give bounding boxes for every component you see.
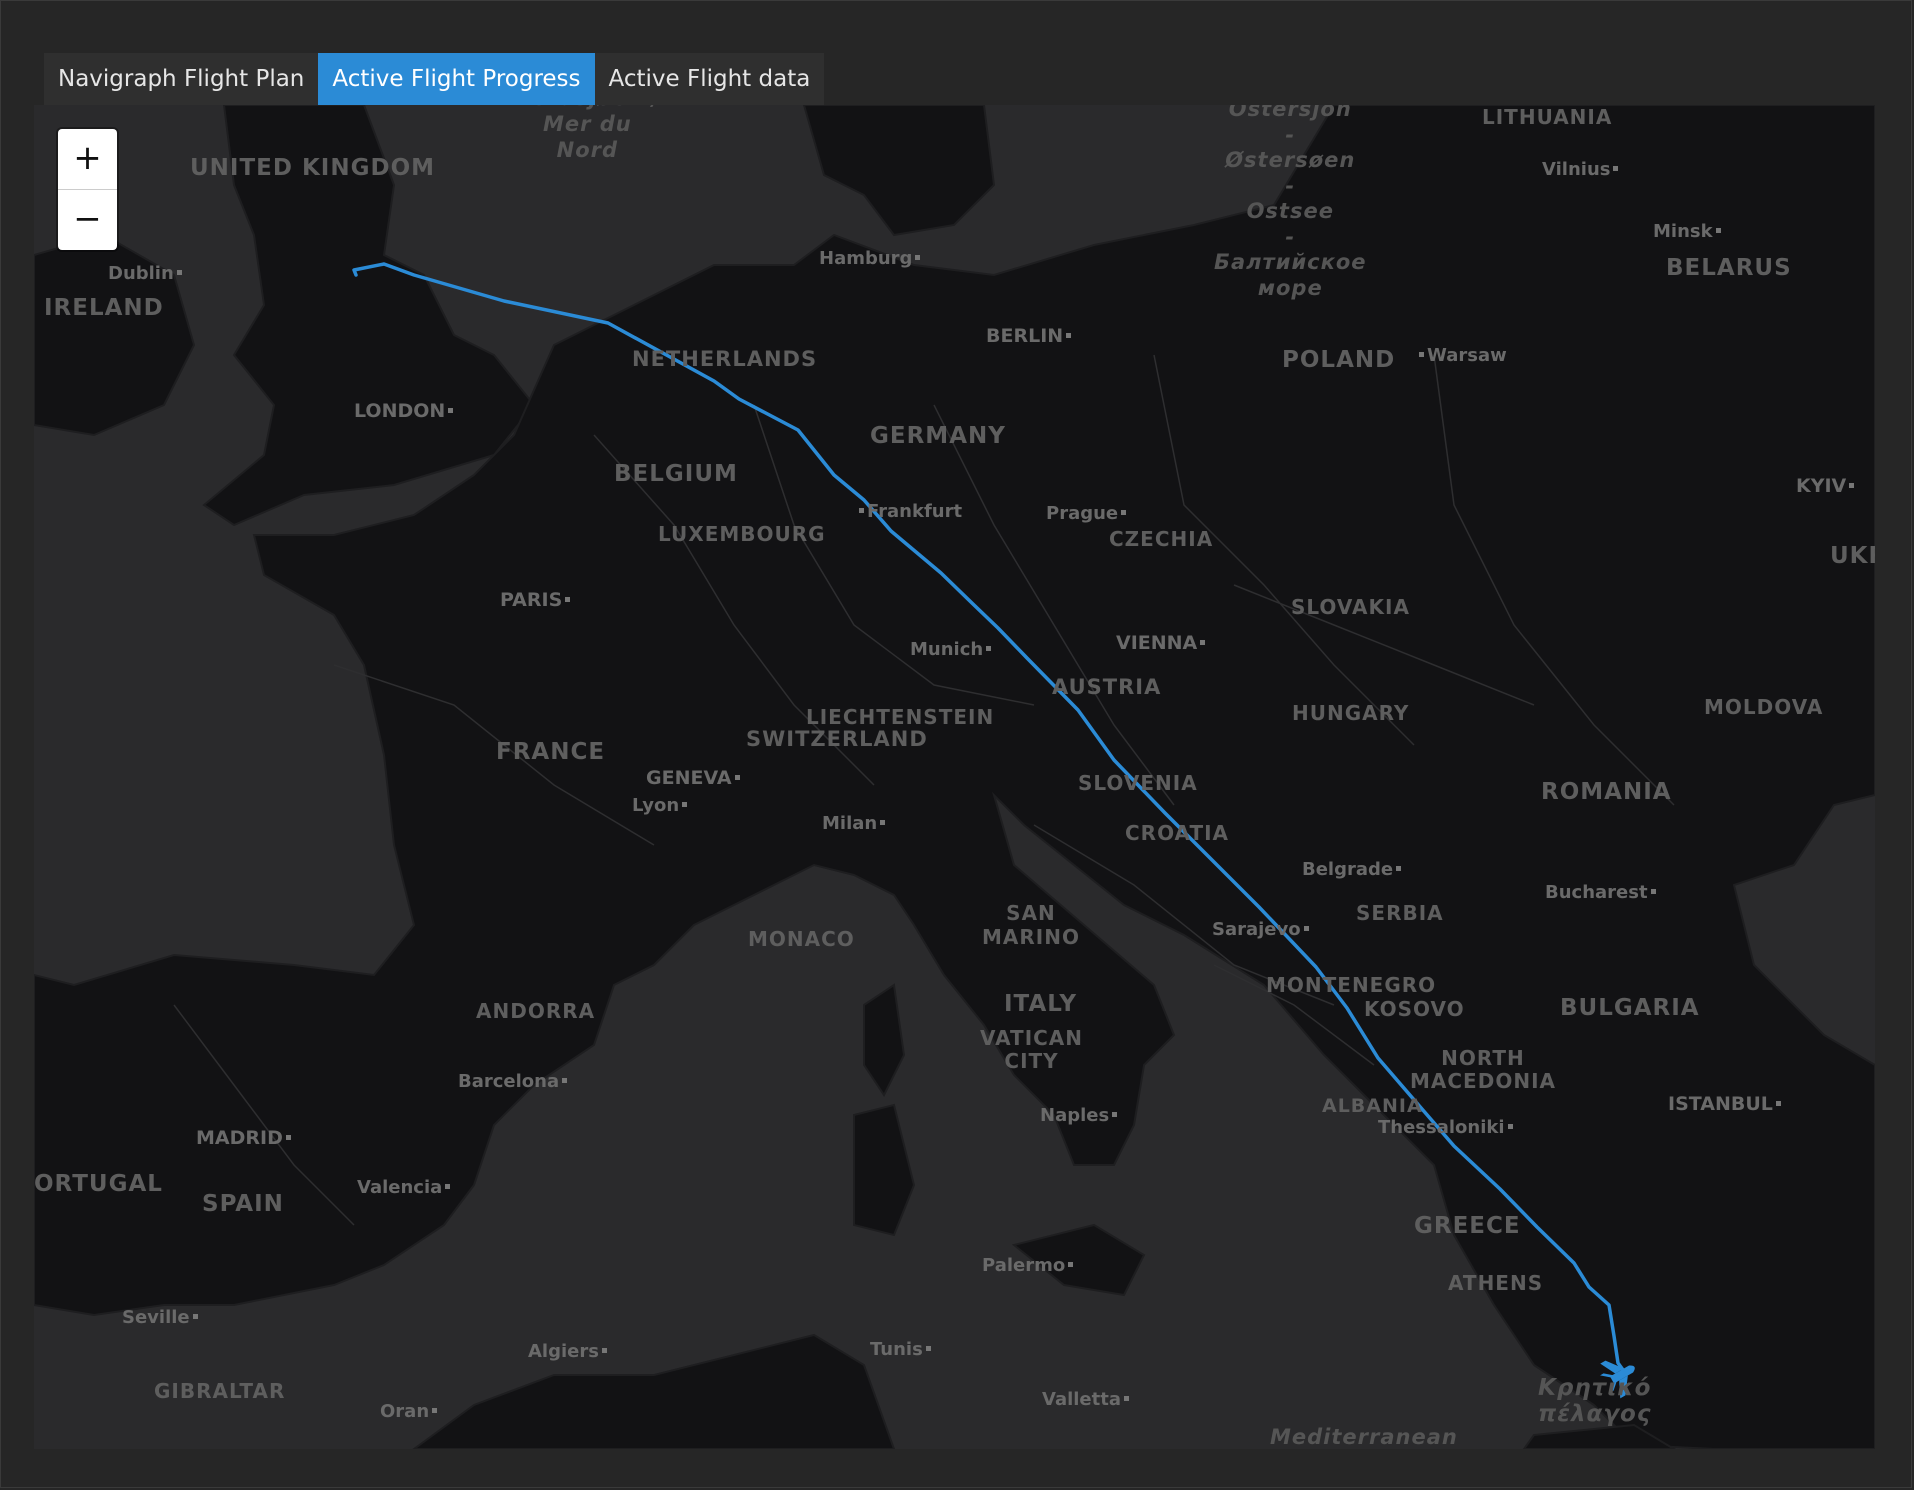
- label-oran: Oran: [380, 1401, 440, 1422]
- label-north-sea: Nordsjøen / Mer du Nord: [514, 105, 660, 162]
- label-vienna: VIENNA: [1116, 632, 1208, 654]
- label-munich: Munich: [910, 639, 994, 660]
- label-albania: ALBANIA: [1322, 1095, 1423, 1117]
- label-milan: Milan: [822, 813, 888, 834]
- label-prague: Prague: [1046, 503, 1129, 524]
- label-london: LONDON: [354, 400, 456, 422]
- label-gibraltar: GIBRALTAR: [154, 1379, 286, 1403]
- label-ukraine: UKR: [1830, 543, 1875, 569]
- map-view[interactable]: UNITED KINGDOM IRELAND Dublin LONDON Nor…: [34, 105, 1875, 1449]
- label-serbia: SERBIA: [1356, 901, 1444, 925]
- label-germany: GERMANY: [870, 423, 1006, 449]
- label-minsk: Minsk: [1653, 221, 1724, 242]
- label-switzerland: SWITZERLAND: [746, 727, 928, 751]
- label-netherlands: NETHERLANDS: [632, 347, 818, 371]
- label-kosovo: KOSOVO: [1364, 997, 1465, 1021]
- label-algiers: Algiers: [528, 1341, 610, 1362]
- label-poland: POLAND: [1282, 347, 1396, 373]
- label-bucharest: Bucharest: [1545, 882, 1659, 903]
- label-moldova: MOLDOVA: [1704, 695, 1824, 719]
- label-san-marino: SAN MARINO: [982, 901, 1080, 949]
- label-montenegro: MONTENEGRO: [1266, 973, 1437, 997]
- label-croatia: CROATIA: [1125, 821, 1230, 845]
- label-slovenia: SLOVENIA: [1078, 771, 1198, 795]
- label-slovakia: SLOVAKIA: [1291, 595, 1410, 619]
- label-czechia: CZECHIA: [1109, 527, 1214, 551]
- tab-navigraph-flight-plan[interactable]: Navigraph Flight Plan: [44, 53, 319, 105]
- label-belarus: BELARUS: [1666, 255, 1792, 281]
- label-hungary: HUNGARY: [1292, 701, 1410, 725]
- label-vatican-city: VATICAN CITY: [980, 1026, 1084, 1073]
- zoom-control: + −: [58, 129, 117, 250]
- label-berlin: BERLIN: [986, 325, 1074, 347]
- label-north-macedonia: NORTH MACEDONIA: [1410, 1046, 1556, 1093]
- label-naples: Naples: [1040, 1105, 1120, 1126]
- label-spain: SPAIN: [202, 1191, 284, 1217]
- label-barcelona: Barcelona: [458, 1071, 570, 1092]
- label-palermo: Palermo: [982, 1255, 1076, 1276]
- zoom-out-button[interactable]: −: [58, 189, 117, 250]
- label-paris: PARIS: [500, 589, 573, 611]
- label-madrid: MADRID: [196, 1127, 294, 1149]
- tab-bar: Navigraph Flight Plan Active Flight Prog…: [44, 53, 825, 105]
- label-warsaw: Warsaw: [1416, 345, 1507, 366]
- label-france: FRANCE: [496, 739, 606, 765]
- label-luxembourg: LUXEMBOURG: [658, 522, 826, 546]
- label-athens: ATHENS: [1448, 1271, 1544, 1295]
- label-monaco: MONACO: [748, 927, 855, 951]
- zoom-in-button[interactable]: +: [58, 129, 117, 189]
- label-sarajevo: Sarajevo: [1212, 919, 1312, 940]
- label-thessaloniki: Thessaloniki: [1378, 1117, 1516, 1138]
- label-cretan-sea: Κρητικό πέλαγος: [1538, 1375, 1652, 1427]
- label-geneva: GENEVA: [646, 767, 743, 789]
- tab-active-flight-progress[interactable]: Active Flight Progress: [318, 53, 595, 105]
- label-seville: Seville: [122, 1307, 201, 1328]
- label-mediterranean: Mediterranean: [1270, 1425, 1458, 1449]
- label-baltic-sea: Ostersjön - Østersøen - Ostsee - Балтийс…: [1214, 105, 1367, 300]
- label-hamburg: Hamburg: [819, 248, 923, 269]
- label-belgrade: Belgrade: [1302, 859, 1404, 880]
- label-united-kingdom: UNITED KINGDOM: [190, 155, 436, 181]
- label-frankfurt: Frankfurt: [856, 501, 962, 522]
- label-portugal: ORTUGAL: [34, 1171, 163, 1197]
- label-romania: ROMANIA: [1541, 779, 1672, 805]
- label-ireland: IRELAND: [44, 295, 164, 321]
- label-bulgaria: BULGARIA: [1560, 995, 1700, 1021]
- label-tunis: Tunis: [870, 1339, 934, 1360]
- label-kyiv: KYIV: [1796, 475, 1857, 497]
- label-austria: AUSTRIA: [1052, 675, 1162, 699]
- label-italy: ITALY: [1004, 991, 1077, 1017]
- label-dublin: Dublin: [108, 263, 185, 284]
- label-valletta: Valletta: [1042, 1389, 1132, 1410]
- label-greece: GREECE: [1414, 1213, 1521, 1239]
- label-vilnius: Vilnius: [1542, 159, 1621, 180]
- label-istanbul: ISTANBUL: [1668, 1093, 1784, 1115]
- label-valencia: Valencia: [357, 1177, 453, 1198]
- label-belgium: BELGIUM: [614, 461, 738, 487]
- label-liechtenstein: LIECHTENSTEIN: [806, 705, 995, 729]
- label-lyon: Lyon: [632, 795, 690, 816]
- label-andorra: ANDORRA: [476, 999, 596, 1023]
- label-lithuania: LITHUANIA: [1482, 105, 1613, 129]
- tab-active-flight-data[interactable]: Active Flight data: [594, 53, 825, 105]
- map-canvas[interactable]: [34, 105, 1875, 1449]
